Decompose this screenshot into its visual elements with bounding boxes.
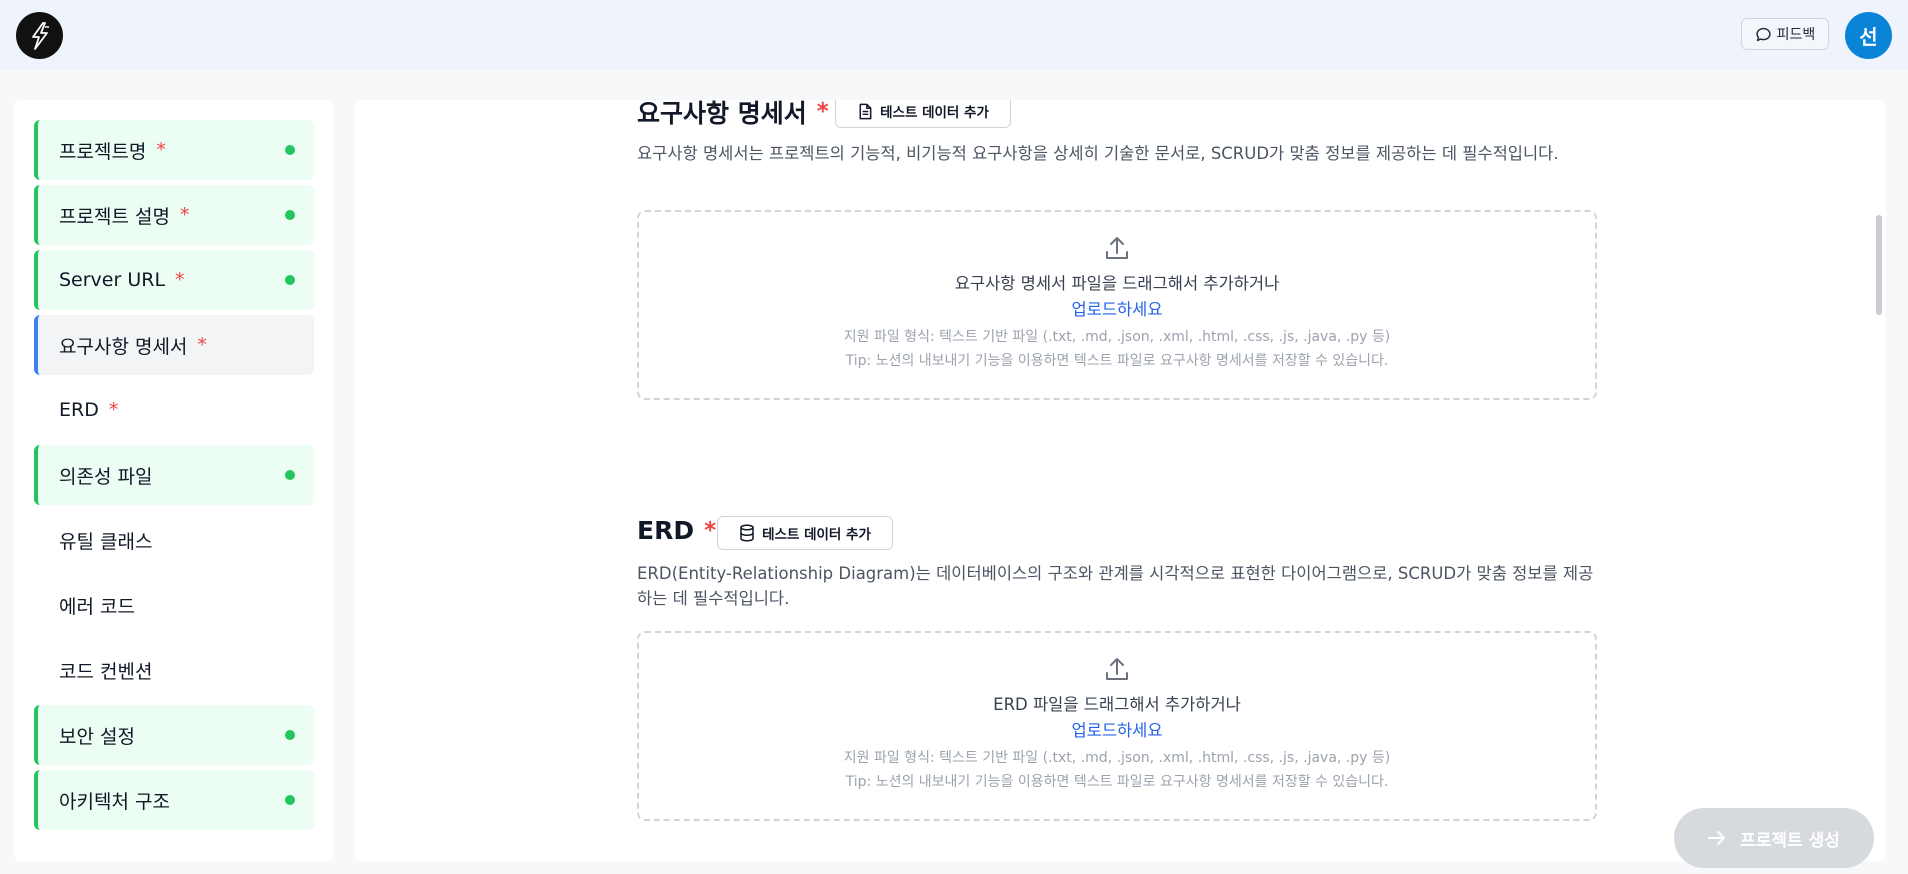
erd-title-text: ERD xyxy=(637,516,695,545)
drop-instruction: 요구사항 명세서 파일을 드래그해서 추가하거나 xyxy=(954,274,1280,293)
sidebar-item-label: ERD xyxy=(59,399,99,421)
required-mark: * xyxy=(175,269,185,291)
required-mark: * xyxy=(156,139,166,161)
chat-bubble-icon xyxy=(1756,27,1771,41)
erd-add-test-data-button[interactable]: 테스트 데이터 추가 xyxy=(717,516,893,550)
sidebar-item-label: Server URL xyxy=(59,269,166,291)
scrollbar-thumb[interactable] xyxy=(1876,215,1882,315)
scrollbar[interactable] xyxy=(1872,100,1886,862)
notion-tip: Tip: 노션의 내보내기 기능을 이용하면 텍스트 파일로 요구사항 명세서를… xyxy=(845,353,1389,369)
arrow-right-icon xyxy=(1708,831,1726,845)
required-mark: * xyxy=(816,100,829,125)
sidebar-item-project-name[interactable]: 프로젝트명 * xyxy=(34,120,314,180)
feedback-button[interactable]: 피드백 xyxy=(1741,18,1829,50)
sidebar-item-util-class[interactable]: 유틸 클래스 xyxy=(34,510,314,570)
required-mark: * xyxy=(704,517,717,544)
upload-icon xyxy=(1106,237,1128,259)
lightning-logo-icon xyxy=(31,21,49,50)
supported-formats: 지원 파일 형식: 텍스트 기반 파일 (.txt, .md, .json, .… xyxy=(843,750,1391,766)
upload-link[interactable]: 업로드하세요 xyxy=(639,717,1595,741)
create-project-label: 프로젝트 생성 xyxy=(1740,830,1840,851)
erd-description: ERD(Entity-Relationship Diagram)는 데이터베이스… xyxy=(637,564,1594,608)
sidebar-item-label: 코드 컨벤션 xyxy=(59,660,153,683)
complete-status-dot xyxy=(285,470,295,480)
required-mark: * xyxy=(179,204,190,226)
sidebar-item-label: 보안 설정 xyxy=(59,725,135,748)
section-sidebar: 프로젝트명 * 프로젝트 설명 * Server URL * 요구사항 명세서 * ER… xyxy=(14,100,334,862)
database-icon xyxy=(740,524,754,542)
sidebar-item-label: 프로젝트 설명 xyxy=(59,205,170,228)
required-mark: * xyxy=(197,334,207,356)
requirements-title-text: 요구사항 명세서 xyxy=(637,100,807,128)
sidebar-item-label: 프로젝트명 xyxy=(59,140,147,163)
notion-tip: Tip: 노션의 내보내기 기능을 이용하면 텍스트 파일로 요구사항 명세서를… xyxy=(845,774,1389,790)
document-icon xyxy=(859,103,872,119)
feedback-label: 피드백 xyxy=(1776,27,1816,43)
requirements-description: 요구사항 명세서는 프로젝트의 기능적, 비기능적 요구사항을 상세히 기술한 … xyxy=(637,144,1559,163)
complete-status-dot xyxy=(285,730,295,740)
complete-status-dot xyxy=(285,275,295,285)
requirements-add-test-data-button[interactable]: 테스트 데이터 추가 xyxy=(835,100,1011,128)
upload-icon xyxy=(1106,658,1128,680)
supported-formats: 지원 파일 형식: 텍스트 기반 파일 (.txt, .md, .json, .… xyxy=(843,329,1391,345)
test-data-label: 테스트 데이터 추가 xyxy=(762,527,871,543)
complete-status-dot xyxy=(285,795,295,805)
complete-status-dot xyxy=(285,210,295,220)
test-data-label: 테스트 데이터 추가 xyxy=(880,105,989,121)
requirements-dropzone[interactable]: 요구사항 명세서 파일을 드래그해서 추가하거나 업로드하세요 지원 파일 형식… xyxy=(637,210,1597,400)
drop-instruction: ERD 파일을 드래그해서 추가하거나 xyxy=(993,695,1241,714)
create-project-button[interactable]: 프로젝트 생성 xyxy=(1674,808,1874,868)
erd-dropzone[interactable]: ERD 파일을 드래그해서 추가하거나 업로드하세요 지원 파일 형식: 텍스트… xyxy=(637,631,1597,821)
erd-section-title: ERD * xyxy=(637,516,716,545)
required-mark: * xyxy=(108,399,119,421)
sidebar-item-erd[interactable]: ERD * xyxy=(34,380,314,440)
sidebar-item-project-description[interactable]: 프로젝트 설명 * xyxy=(34,185,314,245)
sidebar-item-label: 에러 코드 xyxy=(59,595,135,618)
sidebar-item-requirements[interactable]: 요구사항 명세서 * xyxy=(34,315,314,375)
sidebar-item-label: 유틸 클래스 xyxy=(59,530,153,553)
upload-link[interactable]: 업로드하세요 xyxy=(639,296,1595,320)
top-header: 피드백 선 xyxy=(0,0,1908,70)
sidebar-item-label: 아키텍처 구조 xyxy=(59,790,170,813)
requirements-section-title: 요구사항 명세서 * xyxy=(637,100,829,130)
app-logo[interactable] xyxy=(16,12,63,59)
sidebar-item-label: 의존성 파일 xyxy=(59,465,153,488)
sidebar-item-error-code[interactable]: 에러 코드 xyxy=(34,575,314,635)
sidebar-item-label: 요구사항 명세서 xyxy=(59,335,188,358)
sidebar-item-dependency-file[interactable]: 의존성 파일 xyxy=(34,445,314,505)
sidebar-item-code-convention[interactable]: 코드 컨벤션 xyxy=(34,640,314,700)
sidebar-item-architecture[interactable]: 아키텍처 구조 xyxy=(34,770,314,830)
sidebar-item-security-settings[interactable]: 보안 설정 xyxy=(34,705,314,765)
sidebar-item-server-url[interactable]: Server URL * xyxy=(34,250,314,310)
main-content-panel: 요구사항 명세서 * 테스트 데이터 추가 요구사항 명세서는 프로젝트의 기능적… xyxy=(354,100,1886,862)
complete-status-dot xyxy=(285,145,295,155)
user-avatar[interactable]: 선 xyxy=(1845,12,1892,59)
